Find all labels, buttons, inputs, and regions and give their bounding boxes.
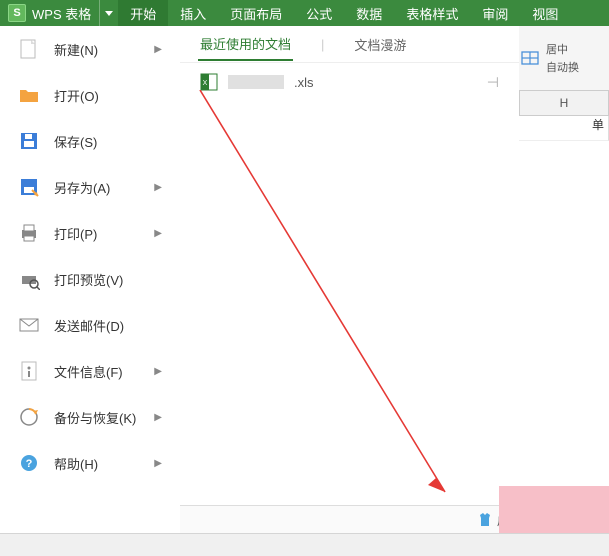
info-icon xyxy=(18,360,40,382)
submenu-arrow-icon: ▶ xyxy=(154,44,162,55)
file-menu-open[interactable]: 打开(O) xyxy=(0,72,180,118)
open-icon xyxy=(18,84,40,106)
file-menu-label: 打开(O) xyxy=(54,86,99,105)
new-icon xyxy=(18,38,40,60)
xls-file-icon: X xyxy=(200,73,218,91)
menu-tab-6[interactable]: 审阅 xyxy=(470,0,520,26)
file-menu-label: 打印预览(V) xyxy=(54,270,123,289)
menu-tab-2[interactable]: 页面布局 xyxy=(218,0,294,26)
app-dropdown-icon[interactable] xyxy=(99,0,118,26)
status-bar xyxy=(0,533,609,556)
file-menu-label: 帮助(H) xyxy=(54,454,98,473)
svg-text:X: X xyxy=(203,80,208,87)
help-icon: ? xyxy=(18,452,40,474)
file-menu-label: 打印(P) xyxy=(54,224,97,243)
options-label: 选项 xyxy=(568,512,592,529)
mail-icon xyxy=(18,314,40,336)
file-menu-save[interactable]: 保存(S) xyxy=(0,118,180,164)
app-button[interactable]: S WPS 表格 xyxy=(0,0,99,26)
options-button[interactable]: 选项 xyxy=(541,509,599,532)
recent-tab-1[interactable]: 文档漫游 xyxy=(352,29,408,60)
menu-tab-7[interactable]: 视图 xyxy=(520,0,570,26)
gear-icon xyxy=(548,512,564,528)
menu-tab-5[interactable]: 表格样式 xyxy=(394,0,470,26)
app-name: WPS 表格 xyxy=(32,4,91,23)
file-menu-label: 保存(S) xyxy=(54,132,97,151)
merge-cells-icon[interactable] xyxy=(520,48,540,68)
recent-file-list: X .xls ⊣ xyxy=(180,63,519,101)
skin-label: 皮肤 xyxy=(497,512,521,529)
file-menu-help[interactable]: ? 帮助(H) ▶ xyxy=(0,440,180,486)
recent-panel: 最近使用的文档 | 文档漫游 X .xls ⊣ xyxy=(180,26,519,516)
file-menu-label: 文件信息(F) xyxy=(54,362,123,381)
file-name-redacted xyxy=(228,75,284,89)
menu-tab-3[interactable]: 公式 xyxy=(294,0,344,26)
file-menu-print[interactable]: 打印(P) ▶ xyxy=(0,210,180,256)
save-icon xyxy=(18,130,40,152)
column-header[interactable]: H xyxy=(519,90,609,116)
tab-divider: | xyxy=(319,31,326,58)
backup-icon xyxy=(18,406,40,428)
file-menu-label: 备份与恢复(K) xyxy=(54,408,136,427)
preview-icon xyxy=(18,268,40,290)
recent-tabs: 最近使用的文档 | 文档漫游 xyxy=(180,26,519,63)
wps-window: S WPS 表格 开始插入页面布局公式数据表格样式审阅视图 居中 自动换 新建(… xyxy=(0,0,609,556)
menu-tab-4[interactable]: 数据 xyxy=(344,0,394,26)
align-label[interactable]: 居中 xyxy=(546,41,579,57)
svg-text:?: ? xyxy=(26,458,33,470)
wps-logo-icon: S xyxy=(8,4,26,22)
submenu-arrow-icon: ▶ xyxy=(154,182,162,193)
file-menu-saveas[interactable]: 另存为(A) ▶ xyxy=(0,164,180,210)
menu-tabs: 开始插入页面布局公式数据表格样式审阅视图 xyxy=(118,0,570,26)
wrap-label[interactable]: 自动换 xyxy=(546,59,579,75)
file-ext: .xls xyxy=(294,75,314,90)
tshirt-icon xyxy=(477,512,493,528)
ribbon-fragment: 居中 自动换 xyxy=(507,26,609,91)
menu-tab-1[interactable]: 插入 xyxy=(168,0,218,26)
file-menu-backup[interactable]: 备份与恢复(K) ▶ xyxy=(0,394,180,440)
saveas-icon xyxy=(18,176,40,198)
skin-button[interactable]: 皮肤 xyxy=(471,510,527,531)
recent-tab-0[interactable]: 最近使用的文档 xyxy=(198,28,293,61)
submenu-arrow-icon: ▶ xyxy=(154,458,162,469)
submenu-arrow-icon: ▶ xyxy=(154,228,162,239)
file-menu-label: 新建(N) xyxy=(54,40,98,59)
sheet-fragment: H 单 xyxy=(519,90,609,516)
submenu-arrow-icon: ▶ xyxy=(154,366,162,377)
file-menu-preview[interactable]: 打印预览(V) xyxy=(0,256,180,302)
file-menu-info[interactable]: 文件信息(F) ▶ xyxy=(0,348,180,394)
menu-tab-0[interactable]: 开始 xyxy=(118,0,168,26)
submenu-arrow-icon: ▶ xyxy=(154,412,162,423)
file-menu-mail[interactable]: 发送邮件(D) xyxy=(0,302,180,348)
file-menu-label: 发送邮件(D) xyxy=(54,316,124,335)
print-icon xyxy=(18,222,40,244)
file-menu-sidebar: 新建(N) ▶ 打开(O) 保存(S) 另存为(A) ▶ 打印(P) ▶ 打印预览(V) 发送邮件… xyxy=(0,26,181,534)
file-menu-label: 另存为(A) xyxy=(54,178,110,197)
file-menu-new[interactable]: 新建(N) ▶ xyxy=(0,26,180,72)
pin-icon[interactable]: ⊣ xyxy=(487,74,499,91)
menubar: S WPS 表格 开始插入页面布局公式数据表格样式审阅视图 xyxy=(0,0,609,26)
sheet-cell[interactable]: 单 xyxy=(519,116,609,141)
recent-file[interactable]: X .xls ⊣ xyxy=(180,63,519,101)
bottom-bar: 皮肤 选项 xyxy=(180,505,609,534)
